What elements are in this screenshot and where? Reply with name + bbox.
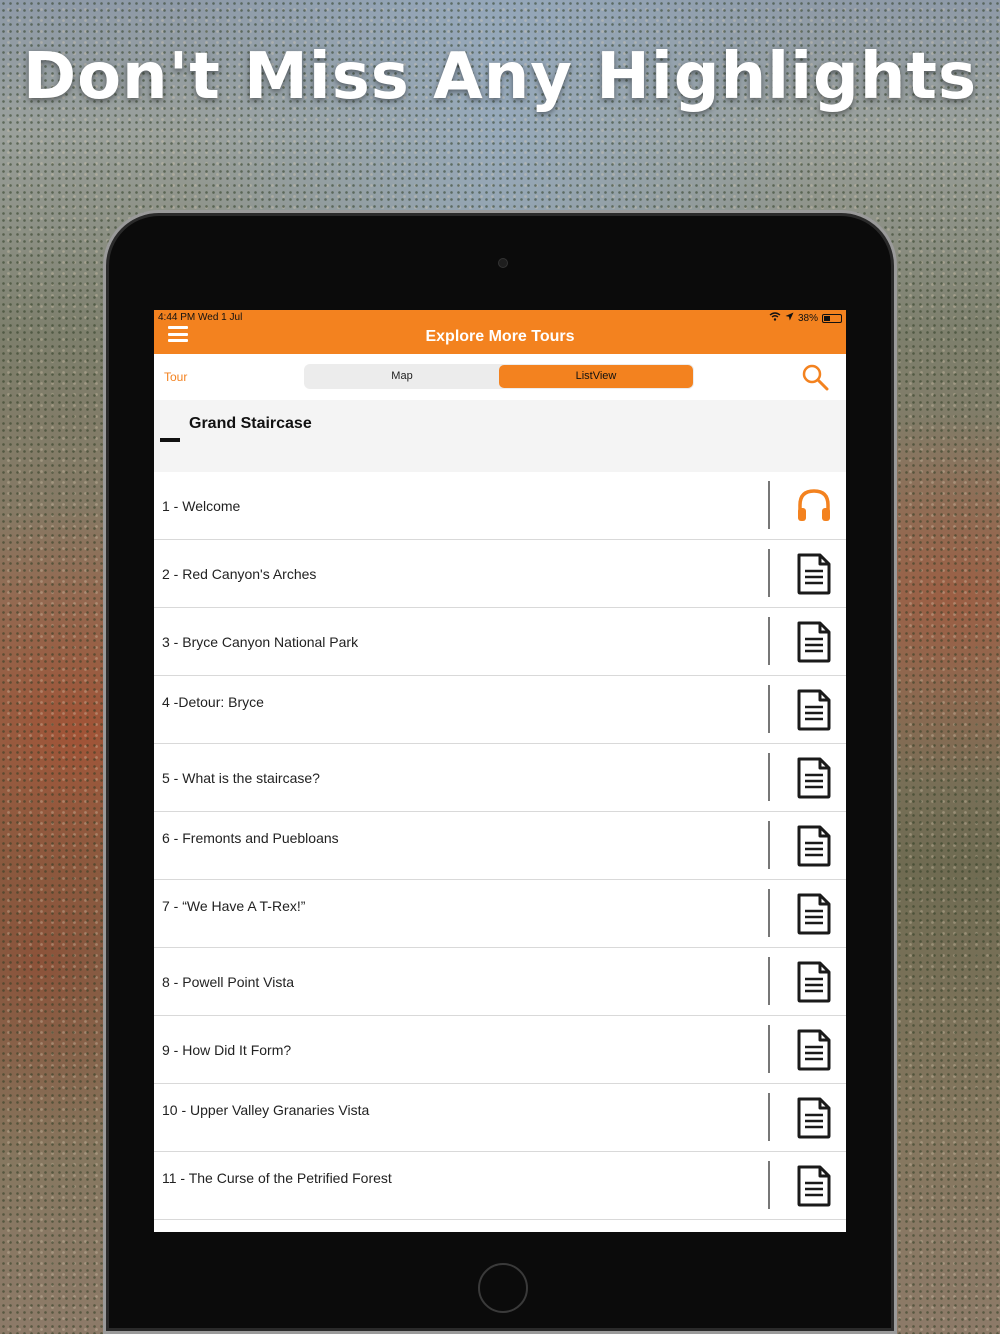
list-item-label: 7 - “We Have A T-Rex!” bbox=[162, 898, 306, 914]
document-icon[interactable] bbox=[794, 621, 834, 663]
home-button[interactable] bbox=[478, 1263, 528, 1313]
search-icon[interactable] bbox=[800, 362, 830, 392]
section-title: Grand Staircase bbox=[189, 415, 312, 432]
row-divider bbox=[768, 1161, 770, 1209]
row-divider bbox=[768, 481, 770, 529]
page-title: Explore More Tours bbox=[425, 328, 575, 345]
wifi-icon bbox=[769, 312, 781, 324]
stops-list: 1 - Welcome 2 - Red Canyon's Arches 3 - Br… bbox=[154, 472, 846, 1220]
list-item-label: 8 - Powell Point Vista bbox=[162, 974, 295, 990]
document-icon[interactable] bbox=[794, 1165, 834, 1207]
row-divider bbox=[768, 821, 770, 869]
tour-button[interactable]: Tour bbox=[164, 370, 187, 384]
document-icon[interactable] bbox=[794, 893, 834, 935]
document-icon[interactable] bbox=[794, 689, 834, 731]
segment-listview[interactable]: ListView bbox=[499, 365, 693, 388]
list-item[interactable]: 7 - “We Have A T-Rex!” bbox=[154, 880, 846, 948]
battery-icon bbox=[822, 313, 842, 323]
list-item[interactable]: 6 - Fremonts and Puebloans bbox=[154, 812, 846, 880]
nav-bar: 4:44 PM Wed 1 Jul 38% Explore More Tours bbox=[154, 310, 846, 354]
row-divider bbox=[768, 685, 770, 733]
list-item[interactable]: 5 - What is the staircase? bbox=[154, 744, 846, 812]
row-divider bbox=[768, 957, 770, 1005]
headphones-icon[interactable] bbox=[794, 485, 834, 527]
list-item-label: 4 -Detour: Bryce bbox=[162, 694, 264, 710]
list-item-label: 11 - The Curse of the Petrified Forest bbox=[162, 1170, 392, 1186]
segment-map[interactable]: Map bbox=[305, 365, 499, 388]
status-time: 4:44 PM Wed 1 Jul bbox=[158, 312, 243, 323]
view-segmented-control: Map ListView bbox=[304, 364, 694, 389]
document-icon[interactable] bbox=[794, 1097, 834, 1139]
row-divider bbox=[768, 1093, 770, 1141]
collapse-icon[interactable] bbox=[160, 438, 180, 442]
list-item-label: 1 - Welcome bbox=[162, 498, 241, 514]
row-divider bbox=[768, 753, 770, 801]
battery-percent: 38% bbox=[797, 312, 818, 324]
row-divider bbox=[768, 889, 770, 937]
list-item-label: 6 - Fremonts and Puebloans bbox=[162, 830, 339, 846]
row-divider bbox=[768, 549, 770, 597]
camera-icon bbox=[498, 258, 508, 268]
list-item-label: 3 - Bryce Canyon National Park bbox=[162, 634, 359, 650]
list-item[interactable]: 3 - Bryce Canyon National Park bbox=[154, 608, 846, 676]
app-screen: 4:44 PM Wed 1 Jul 38% Explore More Tours… bbox=[154, 310, 846, 1232]
list-item[interactable]: 4 -Detour: Bryce bbox=[154, 676, 846, 744]
list-item[interactable]: 2 - Red Canyon's Arches bbox=[154, 540, 846, 608]
document-icon[interactable] bbox=[794, 1029, 834, 1071]
document-icon[interactable] bbox=[794, 757, 834, 799]
status-indicators: 38% bbox=[769, 312, 842, 324]
list-item-label: 5 - What is the staircase? bbox=[162, 770, 320, 786]
row-divider bbox=[768, 1025, 770, 1073]
list-item-label: 10 - Upper Valley Granaries Vista bbox=[162, 1102, 370, 1118]
promo-headline: Don't Miss Any Highlights bbox=[22, 40, 978, 114]
document-icon[interactable] bbox=[794, 961, 834, 1003]
row-divider bbox=[768, 617, 770, 665]
location-icon bbox=[785, 312, 794, 324]
list-item-label: 2 - Red Canyon's Arches bbox=[162, 566, 317, 582]
list-item-label: 9 - How Did It Form? bbox=[162, 1042, 292, 1058]
list-item[interactable]: 11 - The Curse of the Petrified Forest bbox=[154, 1152, 846, 1220]
list-item[interactable]: 10 - Upper Valley Granaries Vista bbox=[154, 1084, 846, 1152]
section-header[interactable]: Grand Staircase bbox=[154, 400, 846, 472]
battery-fill bbox=[824, 315, 830, 321]
toolbar: Tour Map ListView bbox=[154, 354, 846, 400]
document-icon[interactable] bbox=[794, 825, 834, 867]
list-item[interactable]: 9 - How Did It Form? bbox=[154, 1016, 846, 1084]
document-icon[interactable] bbox=[794, 553, 834, 595]
list-item[interactable]: 8 - Powell Point Vista bbox=[154, 948, 846, 1016]
list-item[interactable]: 1 - Welcome bbox=[154, 472, 846, 540]
